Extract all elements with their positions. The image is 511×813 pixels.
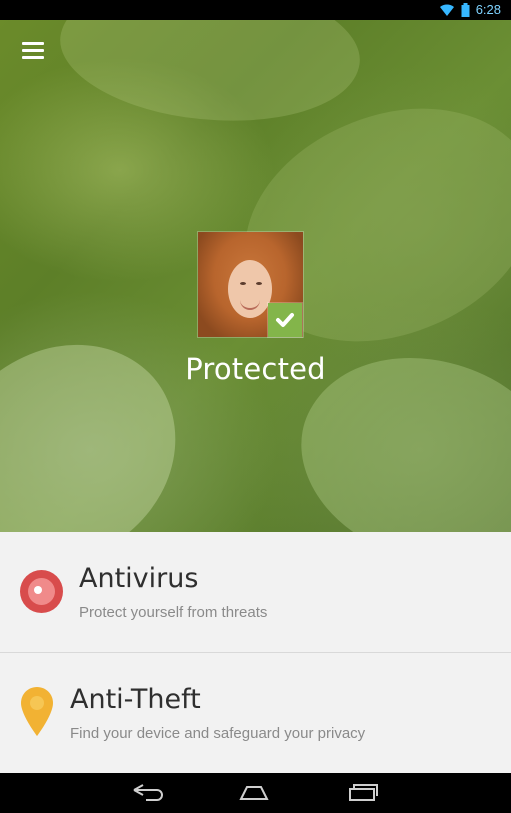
status-icons: 6:28 xyxy=(439,0,501,20)
feature-title: Anti-Theft xyxy=(70,684,201,715)
location-pin-icon xyxy=(21,687,53,736)
background-leaf xyxy=(0,315,209,532)
back-icon[interactable] xyxy=(130,783,164,803)
feature-title: Antivirus xyxy=(79,563,199,594)
feature-antivirus[interactable]: Antivirus Protect yourself from threats xyxy=(0,532,511,653)
background-leaf xyxy=(51,20,369,141)
home-icon[interactable] xyxy=(237,783,271,803)
feature-subtitle: Protect yourself from threats xyxy=(79,604,268,621)
battery-icon xyxy=(461,3,470,17)
wifi-icon xyxy=(439,3,455,17)
recent-apps-icon[interactable] xyxy=(346,783,380,803)
background-leaf xyxy=(269,314,511,532)
checkmark-icon xyxy=(268,303,302,337)
hero-section: Protected xyxy=(0,20,511,532)
feature-subtitle: Find your device and safeguard your priv… xyxy=(70,725,366,742)
feature-anti-theft[interactable]: Anti-Theft Find your device and safeguar… xyxy=(0,653,511,773)
protection-status: Protected xyxy=(185,352,326,386)
navigation-bar xyxy=(0,773,511,813)
avatar-eye xyxy=(256,282,262,285)
status-bar: 6:28 xyxy=(0,0,511,20)
avatar-eye xyxy=(240,282,246,285)
antivirus-icon xyxy=(20,570,63,613)
menu-icon[interactable] xyxy=(22,42,44,60)
status-time: 6:28 xyxy=(475,2,501,17)
